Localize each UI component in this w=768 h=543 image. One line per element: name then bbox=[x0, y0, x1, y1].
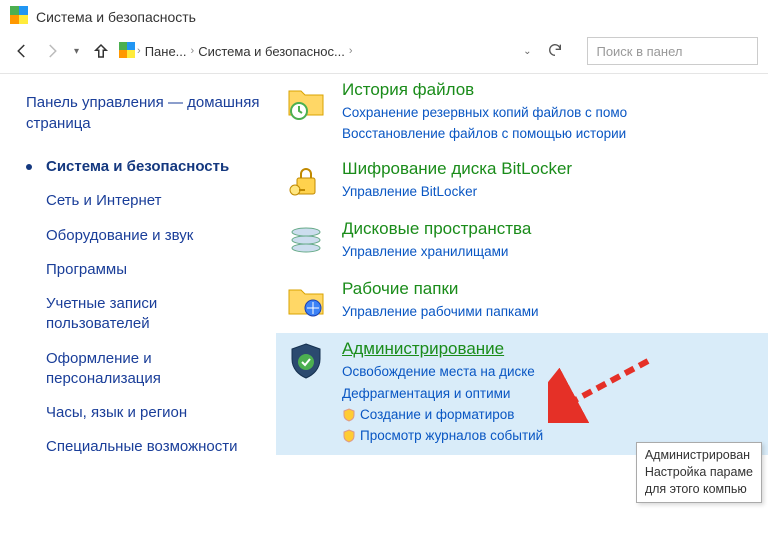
category-title[interactable]: Шифрование диска BitLocker bbox=[342, 159, 760, 179]
shield-check-icon bbox=[284, 339, 328, 383]
sidebar-item-appearance[interactable]: Оформление и персонализация bbox=[26, 342, 260, 397]
category-link[interactable]: Управление хранилищами bbox=[342, 243, 760, 261]
category-file-history: История файлов Сохранение резервных копи… bbox=[276, 74, 768, 153]
address-bar[interactable]: › Пане... › Система и безопаснос... › bbox=[119, 37, 355, 65]
sidebar-item-network[interactable]: Сеть и Интернет bbox=[26, 184, 260, 218]
category-title[interactable]: Рабочие папки bbox=[342, 279, 760, 299]
category-link[interactable]: Управление BitLocker bbox=[342, 183, 760, 201]
shield-icon bbox=[342, 429, 356, 443]
category-link[interactable]: Создание и форматиров bbox=[342, 406, 760, 424]
lock-key-icon bbox=[284, 159, 328, 203]
folder-clock-icon bbox=[284, 80, 328, 124]
category-storage-spaces: Дисковые пространства Управление хранили… bbox=[276, 213, 768, 273]
forward-button[interactable] bbox=[40, 39, 64, 63]
category-work-folders: Рабочие папки Управление рабочими папкам… bbox=[276, 273, 768, 333]
category-link[interactable]: Восстановление файлов с помощью истории bbox=[342, 125, 760, 143]
nav-bar: ▾ › Пане... › Система и безопаснос... › … bbox=[0, 33, 768, 74]
breadcrumb-c2[interactable]: Система и безопаснос... bbox=[196, 44, 347, 59]
sidebar-item-clock[interactable]: Часы, язык и регион bbox=[26, 396, 260, 430]
category-administration: Администрирование Освобождение места на … bbox=[276, 333, 768, 455]
title-bar: Система и безопасность bbox=[0, 0, 768, 33]
control-panel-icon bbox=[119, 42, 135, 61]
category-title[interactable]: Дисковые пространства bbox=[342, 219, 760, 239]
history-dropdown[interactable]: ▾ bbox=[70, 46, 83, 57]
sidebar-item-programs[interactable]: Программы bbox=[26, 253, 260, 287]
sidebar-home-link[interactable]: Панель управления — домашняя страница bbox=[26, 92, 260, 134]
chevron-right-icon[interactable]: › bbox=[135, 45, 143, 57]
category-link[interactable]: Дефрагментация и оптими bbox=[342, 385, 760, 403]
category-link[interactable]: Сохранение резервных копий файлов с помо bbox=[342, 104, 760, 122]
search-input[interactable]: Поиск в панел bbox=[587, 37, 758, 65]
disks-icon bbox=[284, 219, 328, 263]
tooltip: Администрирован Настройка параме для это… bbox=[636, 442, 762, 503]
sidebar: Панель управления — домашняя страница Си… bbox=[0, 74, 270, 537]
sidebar-item-system-security[interactable]: Система и безопасность bbox=[26, 150, 260, 184]
category-title[interactable]: Администрирование bbox=[342, 339, 760, 359]
search-placeholder: Поиск в панел bbox=[596, 44, 682, 59]
tooltip-line: Администрирован bbox=[645, 447, 753, 464]
tooltip-line: для этого компью bbox=[645, 481, 753, 498]
category-title[interactable]: История файлов bbox=[342, 80, 760, 100]
chevron-right-icon[interactable]: › bbox=[189, 45, 197, 57]
category-link[interactable]: Освобождение места на диске bbox=[342, 363, 760, 381]
address-dropdown[interactable]: ⌄ bbox=[519, 46, 535, 57]
chevron-right-icon[interactable]: › bbox=[347, 45, 355, 57]
sidebar-item-accessibility[interactable]: Специальные возможности bbox=[26, 430, 260, 464]
tooltip-line: Настройка параме bbox=[645, 464, 753, 481]
refresh-button[interactable] bbox=[541, 42, 569, 61]
shield-icon bbox=[342, 408, 356, 422]
sidebar-item-hardware[interactable]: Оборудование и звук bbox=[26, 219, 260, 253]
category-bitlocker: Шифрование диска BitLocker Управление Bi… bbox=[276, 153, 768, 213]
sidebar-item-users[interactable]: Учетные записи пользователей bbox=[26, 287, 260, 342]
back-button[interactable] bbox=[10, 39, 34, 63]
breadcrumb-c1[interactable]: Пане... bbox=[143, 44, 189, 59]
window-title: Система и безопасность bbox=[36, 9, 196, 25]
up-button[interactable] bbox=[89, 39, 113, 63]
folder-net-icon bbox=[284, 279, 328, 323]
category-link[interactable]: Управление рабочими папками bbox=[342, 303, 760, 321]
control-panel-icon bbox=[10, 6, 28, 27]
